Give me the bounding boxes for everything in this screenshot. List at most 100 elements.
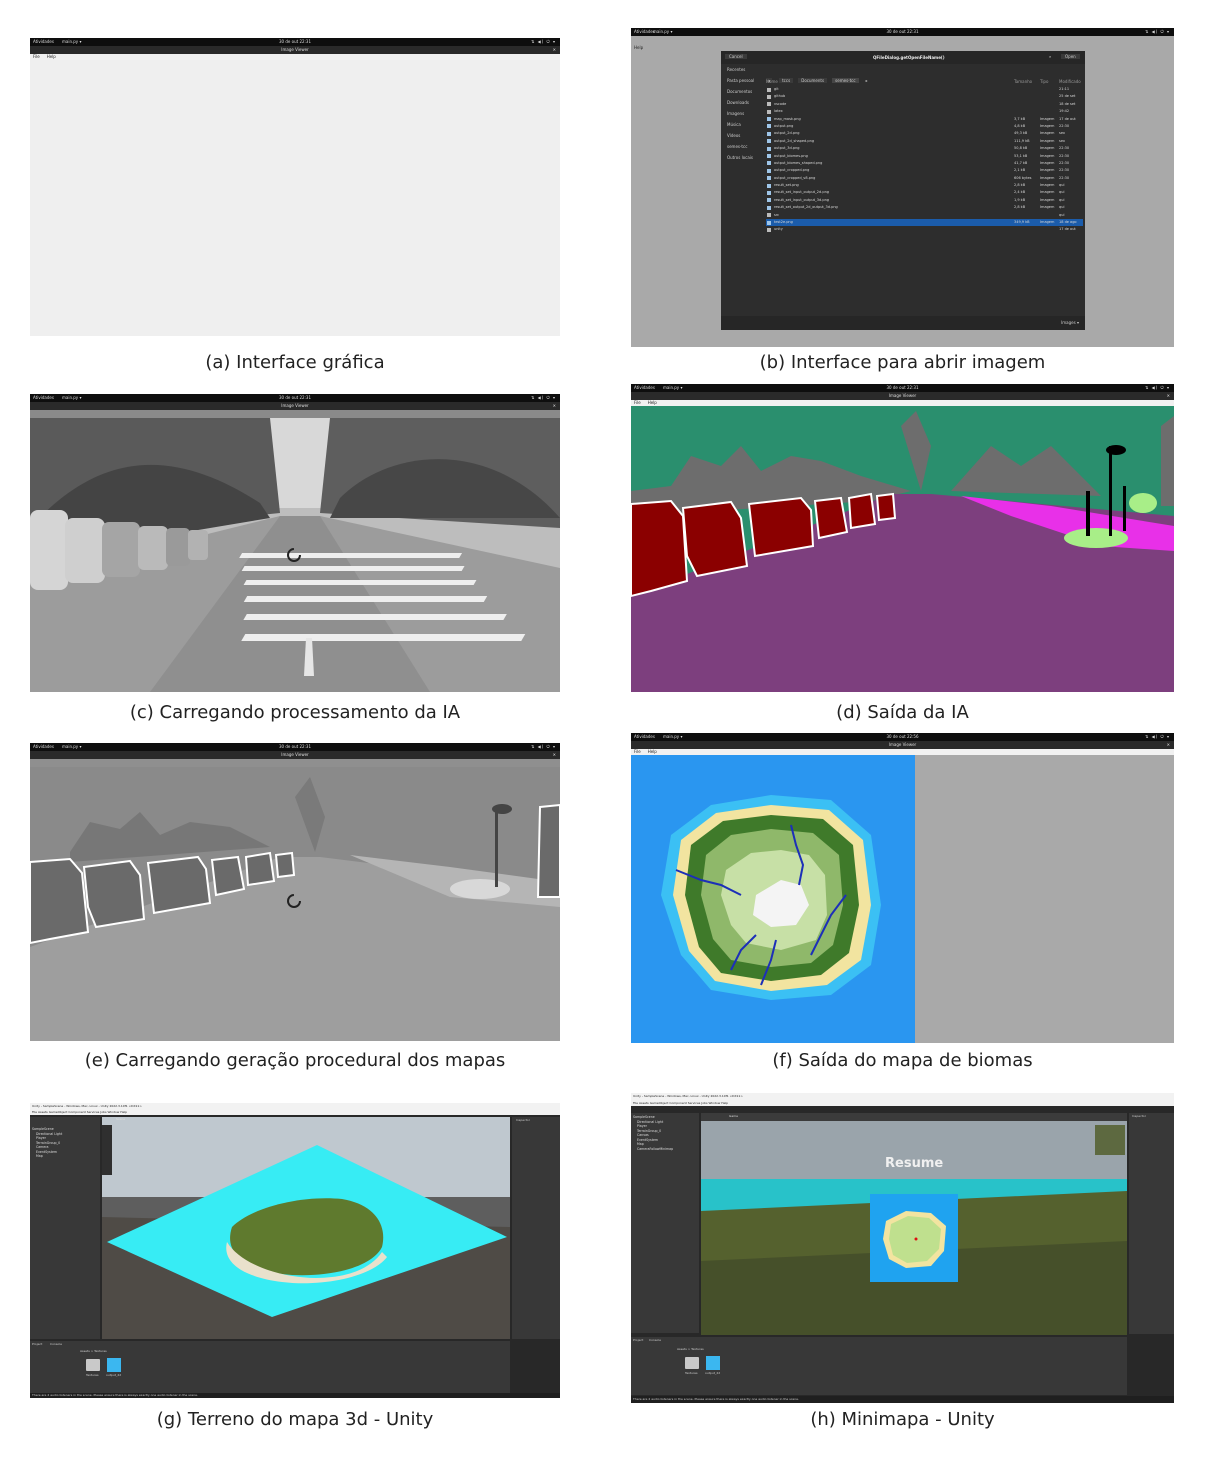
file-row[interactable]: latex 19:42 [766, 108, 1083, 115]
tab-console[interactable]: Console [50, 1342, 62, 1346]
file-row[interactable]: output_cropped.png 2,1 kB Imagem 22:30 [766, 167, 1083, 174]
hierarchy-item[interactable]: CameraFollowMinimap [631, 1147, 699, 1152]
activities-label[interactable]: Atividades [634, 384, 655, 392]
col-type[interactable]: Tipo [1040, 79, 1048, 84]
sidebar-item[interactable]: semes-tcc [721, 141, 764, 152]
file-row[interactable]: test2e.png 349,9 kB Imagem 18 de ago [766, 219, 1083, 227]
col-size[interactable]: Tamanho [1014, 79, 1032, 84]
search-icon[interactable]: ⌕ [1049, 54, 1051, 59]
app-menu[interactable]: main.py ▾ [62, 394, 81, 402]
menu-help[interactable]: Help [634, 45, 643, 50]
file-row[interactable]: output_biomes_shaped.png 41,7 kB Imagem 22:… [766, 160, 1083, 167]
hierarchy-item[interactable]: Map [30, 1154, 100, 1159]
file-row[interactable]: result_set_input_output_2d.png 2,4 kB Imag… [766, 189, 1083, 196]
unity-menu[interactable]: File Assets GameObject Component Service… [32, 1109, 127, 1115]
file-row[interactable]: output.png 4,8 kB Imagem 22:30 [766, 123, 1083, 130]
system-tray[interactable]: ⇅ ◀) ⏻ ▾ [1145, 733, 1170, 741]
close-icon[interactable]: ✕ [1167, 392, 1170, 400]
file-row[interactable]: output_biomes.png 53,1 kB Imagem 22:30 [766, 153, 1083, 160]
clock[interactable]: 30 de out 22:31 [279, 38, 311, 46]
sidebar-item[interactable]: Recentes [721, 64, 764, 75]
system-tray[interactable]: ⇅ ◀) ⏻ ▾ [531, 394, 556, 402]
file-filter[interactable]: Images ▾ [1061, 320, 1079, 325]
system-tray[interactable]: ⇅ ◀) ⏻ ▾ [531, 38, 556, 46]
sidebar-item[interactable]: Música [721, 119, 764, 130]
file-type: Imagem [1040, 220, 1055, 225]
menu-file[interactable]: File [634, 400, 641, 405]
image-file-icon [767, 190, 771, 195]
clock[interactable]: 30 de out 22:31 [279, 743, 311, 751]
clock[interactable]: 30 de out 22:31 [279, 394, 311, 402]
tab-project[interactable]: Project [633, 1338, 643, 1342]
tab-project[interactable]: Project [32, 1342, 42, 1346]
sidebar-item[interactable]: Downloads [721, 97, 764, 108]
activities-label[interactable]: Atividades [33, 743, 54, 751]
image-file-icon [767, 124, 771, 129]
image-asset-icon[interactable] [706, 1356, 720, 1370]
clock[interactable]: 30 de out 22:31 [887, 28, 919, 36]
sidebar-item[interactable]: Vídeos [721, 130, 764, 141]
file-row[interactable]: output_2d_shaped.png 111,9 kB Imagem sex [766, 138, 1083, 145]
activities-label[interactable]: Atividades [33, 38, 54, 46]
file-row[interactable]: output_3d.png 50,8 kB Imagem 22:30 [766, 145, 1083, 152]
file-row[interactable]: result_set_input_output_3d.png 1,9 kB Imag… [766, 197, 1083, 204]
sidebar-item[interactable]: Imagens [721, 108, 764, 119]
file-row[interactable]: result_set.png 2,8 kB Imagem qui [766, 182, 1083, 189]
menu-help[interactable]: Help [648, 400, 657, 405]
app-menu[interactable]: main.py ▾ [62, 743, 81, 751]
file-row[interactable]: src qui [766, 212, 1083, 219]
resume-label[interactable]: Resume [885, 1156, 943, 1171]
close-icon[interactable]: ✕ [553, 402, 556, 410]
status-bar: There are 2 audio listeners in the scene… [30, 1393, 560, 1398]
file-row[interactable]: result_set_output_2d_output_3d.png 2,8 kB… [766, 204, 1083, 211]
sidebar-item[interactable]: Documentos [721, 86, 764, 97]
window-titlebar: Image Viewer ✕ [30, 46, 560, 54]
file-row[interactable]: output_2d.png 49,3 kB Imagem sex [766, 130, 1083, 137]
cancel-button[interactable]: Cancel [725, 54, 747, 59]
menu-file[interactable]: File [33, 54, 40, 59]
file-row[interactable]: unity 17 de out [766, 226, 1083, 233]
folder-icon[interactable] [685, 1357, 699, 1369]
app-menu[interactable]: main.py ▾ [663, 733, 682, 741]
close-icon[interactable]: ✕ [553, 751, 556, 759]
close-icon[interactable]: ✕ [553, 46, 556, 54]
sidebar-item[interactable]: Outros locais [721, 152, 764, 163]
sidebar-item[interactable]: Pasta pessoal [721, 75, 764, 86]
system-tray[interactable]: ⇅ ◀) ⏻ ▾ [531, 743, 556, 751]
system-tray[interactable]: ⇅ ◀) ⏻ ▾ [1145, 28, 1170, 36]
app-menu[interactable]: main.py ▾ [653, 28, 672, 36]
assets-path[interactable]: Assets > Textures [80, 1349, 107, 1353]
unity-title: Unity - SampleScene - Windows, Mac, Linu… [633, 1094, 743, 1098]
menu-help[interactable]: Help [47, 54, 56, 59]
tab-console[interactable]: Console [649, 1338, 661, 1342]
unity-menu[interactable]: File Assets GameObject Component Service… [633, 1100, 728, 1106]
file-row[interactable]: github 25 de set [766, 93, 1083, 100]
activities-label[interactable]: Atividades [33, 394, 54, 402]
tab-inspector[interactable]: Inspector [516, 1118, 530, 1122]
menu-help[interactable]: Help [648, 749, 657, 754]
tab-scene[interactable]: Scene [116, 1117, 125, 1121]
file-name: result_set.png [774, 183, 799, 188]
activities-label[interactable]: Atividades [634, 733, 655, 741]
col-name[interactable]: Nome [766, 79, 778, 84]
app-menu[interactable]: main.py ▾ [663, 384, 682, 392]
close-icon[interactable]: ✕ [1167, 741, 1170, 749]
file-row[interactable]: output_cropped_v8.png 606 bytes Imagem 22:3… [766, 175, 1083, 182]
open-button[interactable]: Open [1061, 54, 1080, 59]
clock[interactable]: 30 de out 22:31 [887, 384, 919, 392]
col-modified[interactable]: Modificado [1059, 79, 1081, 84]
assets-path[interactable]: Assets > Textures [677, 1347, 704, 1351]
app-menu[interactable]: main.py ▾ [62, 38, 81, 46]
game-view: Game Resume [701, 1113, 1127, 1335]
activities-label[interactable]: Atividades [634, 28, 655, 36]
clock[interactable]: 30 de out 22:56 [887, 733, 919, 741]
image-asset-icon[interactable] [107, 1358, 121, 1372]
tab-inspector[interactable]: Inspector [1132, 1114, 1146, 1118]
file-row[interactable]: vscode 18 de set [766, 101, 1083, 108]
file-row[interactable]: git 21:11 [766, 86, 1083, 93]
tab-game[interactable]: Game [729, 1114, 738, 1118]
folder-icon[interactable] [86, 1359, 100, 1371]
menu-file[interactable]: File [634, 749, 641, 754]
system-tray[interactable]: ⇅ ◀) ⏻ ▾ [1145, 384, 1170, 392]
file-row[interactable]: map_mask.png 3,7 kB Imagem 17 de out [766, 116, 1083, 123]
